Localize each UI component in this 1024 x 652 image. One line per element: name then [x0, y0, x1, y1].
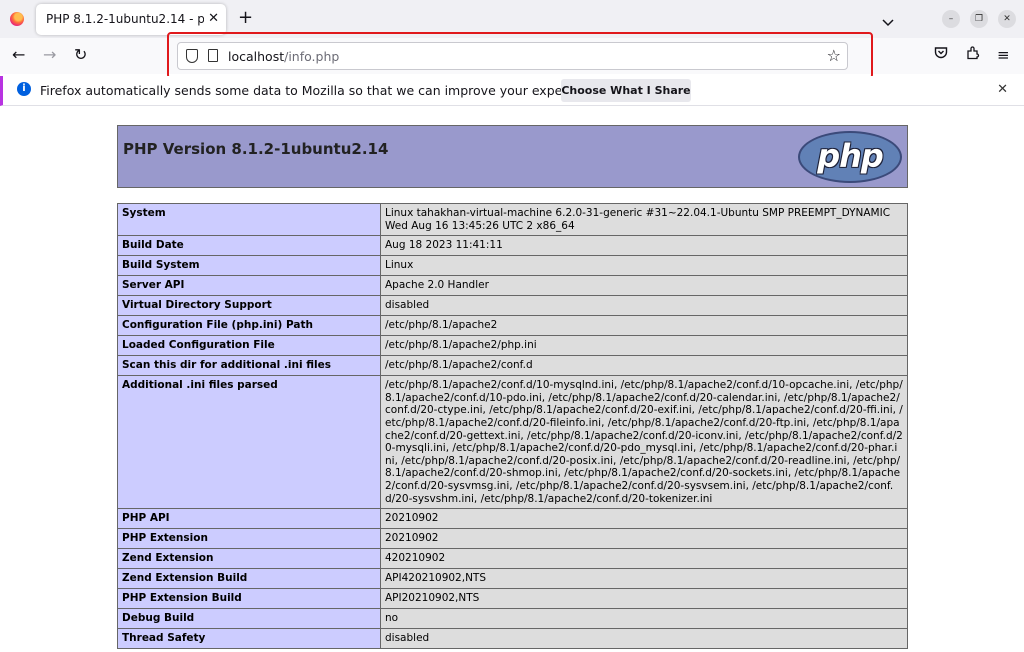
row-key: Server API: [117, 275, 381, 297]
row-value: 20210902: [380, 528, 908, 550]
row-value: 420210902: [380, 548, 908, 570]
row-key: Loaded Configuration File: [117, 335, 381, 357]
notification-close-icon[interactable]: ✕: [997, 82, 1008, 97]
restore-icon[interactable]: ❐: [970, 10, 988, 28]
table-row: Scan this dir for additional .ini files /…: [117, 355, 908, 377]
row-value: Linux: [380, 255, 908, 277]
table-row: PHP Extension Build API20210902,NTS: [117, 588, 908, 610]
row-value: Linux tahakhan-virtual-machine 6.2.0-31-…: [380, 202, 908, 237]
row-value: /etc/php/8.1/apache2/conf.d/10-mysqlnd.i…: [380, 375, 908, 510]
pocket-icon[interactable]: [934, 46, 948, 64]
table-row: System Linux tahakhan-virtual-machine 6.2…: [117, 202, 908, 237]
row-value: /etc/php/8.1/apache2/php.ini: [380, 335, 908, 357]
table-row: Loaded Configuration File/etc/php/8.1/ap…: [117, 335, 908, 357]
url-highlight-box: [167, 32, 873, 79]
tab-close-icon[interactable]: ✕: [208, 11, 219, 26]
notification-bar: i Firefox automatically sends some data …: [0, 76, 1024, 106]
row-value: /etc/php/8.1/apache2/conf.d: [380, 355, 908, 377]
php-header: PHP Version 8.1.2-1ubuntu2.14 php: [117, 125, 908, 188]
minimize-icon[interactable]: –: [942, 10, 960, 28]
page-title: PHP Version 8.1.2-1ubuntu2.14: [123, 140, 389, 158]
row-key: System: [117, 202, 381, 237]
table-row: Configuration File (php.ini) Path/etc/ph…: [117, 315, 908, 337]
row-value: 20210902: [380, 508, 908, 530]
table-row: Build System Linux: [117, 255, 908, 277]
info-icon: i: [17, 82, 31, 96]
choose-what-i-share-button[interactable]: Choose What I Share: [561, 79, 691, 102]
php-logo: php: [798, 131, 902, 183]
page-content: PHP Version 8.1.2-1ubuntu2.14 php System…: [0, 107, 1024, 652]
row-value: disabled: [380, 628, 908, 650]
row-key: Debug Build: [117, 608, 381, 630]
list-all-tabs-icon[interactable]: [882, 12, 894, 31]
table-row: Build Date Aug 18 2023 11:41:11: [117, 235, 908, 257]
table-row: PHP API 20210902: [117, 508, 908, 530]
notification-text: Firefox automatically sends some data to…: [40, 83, 606, 98]
menu-icon[interactable]: ≡: [997, 46, 1010, 64]
forward-icon[interactable]: →: [43, 46, 56, 64]
table-row: Zend Extension Build API420210902,NTS: [117, 568, 908, 590]
php-logo-text: php: [817, 137, 884, 175]
row-key: Additional .ini files parsed: [117, 375, 381, 510]
close-window-icon[interactable]: ✕: [998, 10, 1016, 28]
row-key: PHP Extension: [117, 528, 381, 550]
back-icon[interactable]: ←: [12, 46, 25, 64]
row-value: disabled: [380, 295, 908, 317]
table-row: PHP Extension 20210902: [117, 528, 908, 550]
row-value: no: [380, 608, 908, 630]
table-row: Additional .ini files parsed/etc/php/8.1…: [117, 375, 908, 510]
table-row: Server API Apache 2.0 Handler: [117, 275, 908, 297]
tab-title: PHP 8.1.2-1ubuntu2.14 - php: [46, 12, 204, 26]
row-key: Thread Safety: [117, 628, 381, 650]
row-key: Scan this dir for additional .ini files: [117, 355, 381, 377]
table-row: Virtual Directory Support disabled: [117, 295, 908, 317]
new-tab-button[interactable]: +: [238, 9, 253, 27]
firefox-logo-icon: [10, 12, 24, 26]
row-value: Apache 2.0 Handler: [380, 275, 908, 297]
row-key: Configuration File (php.ini) Path: [117, 315, 381, 337]
table-row: Debug Build no: [117, 608, 908, 630]
table-row: Zend Extension 420210902: [117, 548, 908, 570]
row-value: /etc/php/8.1/apache2: [380, 315, 908, 337]
row-key: Build Date: [117, 235, 381, 257]
row-key: Zend Extension Build: [117, 568, 381, 590]
reload-icon[interactable]: ↻: [74, 46, 87, 64]
row-value: API20210902,NTS: [380, 588, 908, 610]
row-key: Build System: [117, 255, 381, 277]
tab-active[interactable]: PHP 8.1.2-1ubuntu2.14 - php ✕: [36, 4, 226, 35]
row-key: PHP API: [117, 508, 381, 530]
info-table: System Linux tahakhan-virtual-machine 6.2…: [117, 202, 908, 650]
table-row: Thread Safety disabled: [117, 628, 908, 650]
row-key: Virtual Directory Support: [117, 295, 381, 317]
row-key: PHP Extension Build: [117, 588, 381, 610]
row-value: Aug 18 2023 11:41:11: [380, 235, 908, 257]
row-key: Zend Extension: [117, 548, 381, 570]
row-value: API420210902,NTS: [380, 568, 908, 590]
extensions-icon[interactable]: [966, 46, 980, 64]
